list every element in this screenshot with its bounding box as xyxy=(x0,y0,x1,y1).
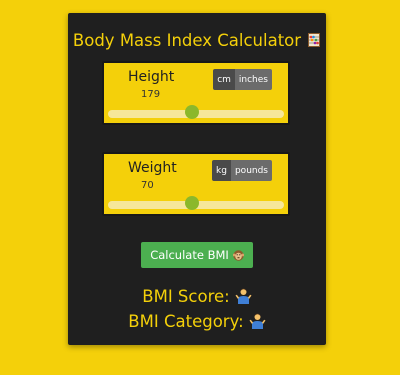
weight-unit-toggle: kg pounds xyxy=(212,160,272,181)
bmi-category-label: BMI Category: xyxy=(128,312,244,331)
weight-label: Weight xyxy=(128,160,177,176)
unit-inches-button[interactable]: inches xyxy=(234,69,272,90)
abacus-icon xyxy=(307,33,321,47)
header: Body Mass Index Calculator xyxy=(68,31,326,50)
calculate-bmi-button[interactable]: Calculate BMI xyxy=(141,242,253,268)
unit-pounds-button[interactable]: pounds xyxy=(230,160,272,181)
weight-value: 70 xyxy=(141,180,154,191)
weight-panel: Weight 70 kg pounds xyxy=(102,152,290,216)
calculate-button-label: Calculate BMI xyxy=(150,248,229,262)
page-title: Body Mass Index Calculator xyxy=(72,31,302,50)
bmi-card: Body Mass Index Calculator Height 179 cm… xyxy=(68,13,326,345)
height-panel: Height 179 cm inches xyxy=(102,61,290,125)
unit-kg-button[interactable]: kg xyxy=(212,160,231,181)
person-shrugging-icon xyxy=(249,312,266,329)
bmi-category-line: BMI Category: xyxy=(68,312,326,331)
bmi-score-line: BMI Score: xyxy=(68,287,326,306)
monkey-face-icon xyxy=(232,249,244,261)
height-unit-toggle: cm inches xyxy=(213,69,272,90)
person-shrugging-icon xyxy=(235,287,252,304)
unit-cm-button[interactable]: cm xyxy=(213,69,235,90)
height-value: 179 xyxy=(141,89,161,100)
height-label: Height xyxy=(128,69,175,85)
bmi-score-label: BMI Score: xyxy=(142,287,230,306)
